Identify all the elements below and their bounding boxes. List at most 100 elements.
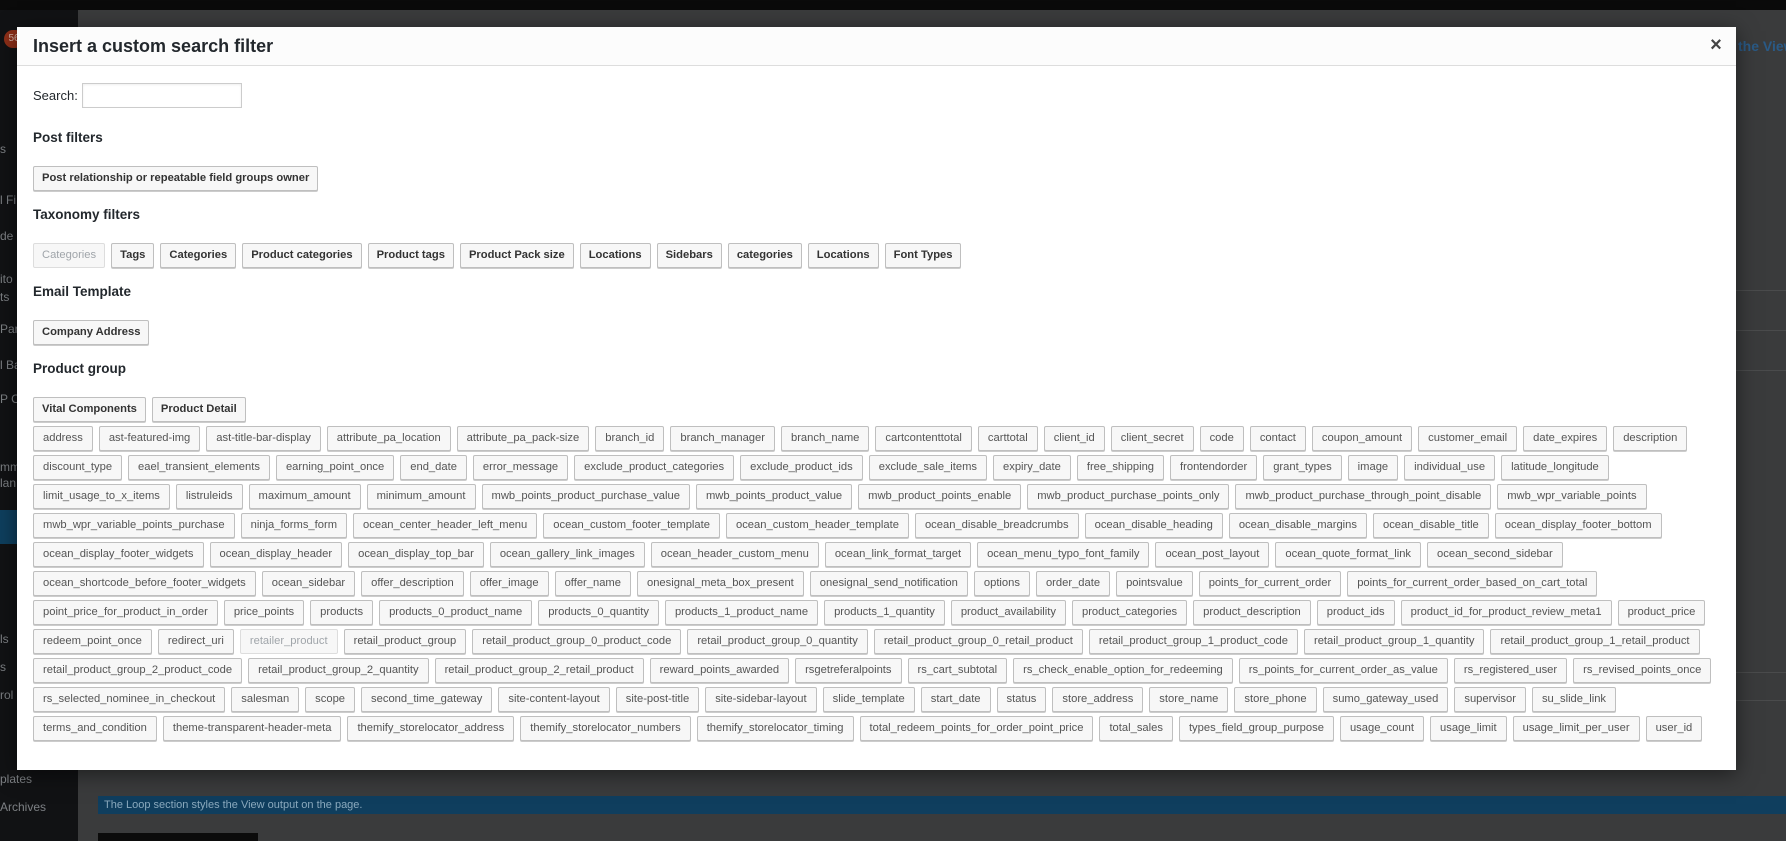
field-rs-selected-nominee-in-checkout-button[interactable]: rs_selected_nominee_in_checkout bbox=[33, 687, 226, 712]
field-mwb-product-points-enable-button[interactable]: mwb_product_points_enable bbox=[858, 484, 1022, 509]
field-usage-limit-per-user-button[interactable]: usage_limit_per_user bbox=[1512, 716, 1640, 741]
field-rs-cart-subtotal-button[interactable]: rs_cart_subtotal bbox=[907, 658, 1008, 683]
field-su-slide-link-button[interactable]: su_slide_link bbox=[1531, 687, 1617, 712]
field-ocean-disable-breadcrumbs-button[interactable]: ocean_disable_breadcrumbs bbox=[914, 513, 1079, 538]
field-frontendorder-button[interactable]: frontendorder bbox=[1170, 455, 1258, 480]
field-retail-product-group-1-retail-product-button[interactable]: retail_product_group_1_retail_product bbox=[1490, 629, 1700, 654]
field-products-1-product-name-button[interactable]: products_1_product_name bbox=[664, 600, 819, 625]
field-second-time-gateway-button[interactable]: second_time_gateway bbox=[361, 687, 493, 712]
field-description-button[interactable]: description bbox=[1613, 426, 1688, 451]
field-latitude-longitude-button[interactable]: latitude_longitude bbox=[1501, 455, 1609, 480]
field-scope-button[interactable]: scope bbox=[305, 687, 356, 712]
field-theme-transparent-header-meta-button[interactable]: theme-transparent-header-meta bbox=[162, 716, 342, 741]
field-retail-product-group-button[interactable]: retail_product_group bbox=[343, 629, 467, 654]
field-terms-and-condition-button[interactable]: terms_and_condition bbox=[33, 716, 157, 741]
field-rs-registered-user-button[interactable]: rs_registered_user bbox=[1453, 658, 1568, 683]
taxonomy-categories-button[interactable]: Categories bbox=[160, 243, 237, 268]
field-free-shipping-button[interactable]: free_shipping bbox=[1076, 455, 1165, 480]
field-rsgetreferalpoints-button[interactable]: rsgetreferalpoints bbox=[795, 658, 902, 683]
field-redeem-point-once-button[interactable]: redeem_point_once bbox=[33, 629, 152, 654]
field-code-button[interactable]: code bbox=[1199, 426, 1244, 451]
field-ocean-custom-header-template-button[interactable]: ocean_custom_header_template bbox=[725, 513, 909, 538]
field-options-button[interactable]: options bbox=[973, 571, 1030, 596]
field-mwb-product-purchase-through-point-disable-button[interactable]: mwb_product_purchase_through_point_disab… bbox=[1235, 484, 1492, 509]
field-ocean-center-header-left-menu-button[interactable]: ocean_center_header_left_menu bbox=[353, 513, 538, 538]
field-minimum-amount-button[interactable]: minimum_amount bbox=[366, 484, 476, 509]
taxonomy-categories-button[interactable]: categories bbox=[727, 243, 802, 268]
email-template-company-address-button[interactable]: Company Address bbox=[33, 320, 150, 345]
field-grant-types-button[interactable]: grant_types bbox=[1263, 455, 1342, 480]
taxonomy-tags-button[interactable]: Tags bbox=[111, 243, 155, 268]
search-input[interactable] bbox=[81, 82, 242, 108]
field-onesignal-send-notification-button[interactable]: onesignal_send_notification bbox=[809, 571, 968, 596]
field-salesman-button[interactable]: salesman bbox=[231, 687, 300, 712]
field-expiry-date-button[interactable]: expiry_date bbox=[993, 455, 1071, 480]
close-icon[interactable]: × bbox=[1706, 33, 1726, 57]
field-ast-featured-img-button[interactable]: ast-featured-img bbox=[98, 426, 201, 451]
field-product-availability-button[interactable]: product_availability bbox=[950, 600, 1066, 625]
field-ocean-header-custom-menu-button[interactable]: ocean_header_custom_menu bbox=[650, 542, 819, 567]
taxonomy-locations-button[interactable]: Locations bbox=[807, 243, 879, 268]
field-ocean-display-footer-widgets-button[interactable]: ocean_display_footer_widgets bbox=[33, 542, 204, 567]
field-carttotal-button[interactable]: carttotal bbox=[977, 426, 1038, 451]
field-product-ids-button[interactable]: product_ids bbox=[1316, 600, 1395, 625]
field-discount-type-button[interactable]: discount_type bbox=[33, 455, 123, 480]
field-sumo-gateway-used-button[interactable]: sumo_gateway_used bbox=[1322, 687, 1449, 712]
field-ocean-second-sidebar-button[interactable]: ocean_second_sidebar bbox=[1427, 542, 1563, 567]
field-points-for-current-order-button[interactable]: points_for_current_order bbox=[1198, 571, 1342, 596]
field-retail-product-group-0-product-code-button[interactable]: retail_product_group_0_product_code bbox=[472, 629, 682, 654]
taxonomy-locations-button[interactable]: Locations bbox=[579, 243, 651, 268]
field-individual-use-button[interactable]: individual_use bbox=[1404, 455, 1496, 480]
field-product-id-for-product-review-meta1-button[interactable]: product_id_for_product_review_meta1 bbox=[1400, 600, 1612, 625]
field-user-id-button[interactable]: user_id bbox=[1645, 716, 1703, 741]
field-ocean-disable-heading-button[interactable]: ocean_disable_heading bbox=[1084, 513, 1223, 538]
taxonomy-sidebars-button[interactable]: Sidebars bbox=[656, 243, 722, 268]
field-rs-points-for-current-order-as-value-button[interactable]: rs_points_for_current_order_as_value bbox=[1238, 658, 1448, 683]
field-image-button[interactable]: image bbox=[1347, 455, 1399, 480]
field-ocean-post-layout-button[interactable]: ocean_post_layout bbox=[1155, 542, 1270, 567]
field-attribute-pa-pack-size-button[interactable]: attribute_pa_pack-size bbox=[456, 426, 590, 451]
field-onesignal-meta-box-present-button[interactable]: onesignal_meta_box_present bbox=[636, 571, 804, 596]
field-retail-product-group-0-retail-product-button[interactable]: retail_product_group_0_retail_product bbox=[873, 629, 1083, 654]
field-usage-count-button[interactable]: usage_count bbox=[1339, 716, 1425, 741]
field-ocean-disable-margins-button[interactable]: ocean_disable_margins bbox=[1228, 513, 1367, 538]
post-filter-post-relationship-or-repeatable-field-groups-owner-button[interactable]: Post relationship or repeatable field gr… bbox=[33, 166, 319, 191]
field-ocean-display-top-bar-button[interactable]: ocean_display_top_bar bbox=[348, 542, 484, 567]
field-retail-product-group-2-quantity-button[interactable]: retail_product_group_2_quantity bbox=[248, 658, 429, 683]
field-start-date-button[interactable]: start_date bbox=[920, 687, 991, 712]
field-pointsvalue-button[interactable]: pointsvalue bbox=[1116, 571, 1193, 596]
field-mwb-points-product-value-button[interactable]: mwb_points_product_value bbox=[695, 484, 853, 509]
product-group-vital-components-button[interactable]: Vital Components bbox=[33, 397, 146, 422]
field-mwb-product-purchase-points-only-button[interactable]: mwb_product_purchase_points_only bbox=[1027, 484, 1230, 509]
taxonomy-font-types-button[interactable]: Font Types bbox=[884, 243, 962, 268]
field-customer-email-button[interactable]: customer_email bbox=[1418, 426, 1518, 451]
field-ocean-disable-title-button[interactable]: ocean_disable_title bbox=[1372, 513, 1489, 538]
field-points-for-current-order-based-on-cart-total-button[interactable]: points_for_current_order_based_on_cart_t… bbox=[1347, 571, 1598, 596]
field-price-points-button[interactable]: price_points bbox=[223, 600, 305, 625]
field-product-price-button[interactable]: product_price bbox=[1617, 600, 1706, 625]
field-attribute-pa-location-button[interactable]: attribute_pa_location bbox=[326, 426, 451, 451]
field-address-button[interactable]: address bbox=[33, 426, 93, 451]
field-client-id-button[interactable]: client_id bbox=[1043, 426, 1105, 451]
field-maximum-amount-button[interactable]: maximum_amount bbox=[248, 484, 361, 509]
field-total-redeem-points-for-order-point-price-button[interactable]: total_redeem_points_for_order_point_pric… bbox=[859, 716, 1094, 741]
field-products-0-quantity-button[interactable]: products_0_quantity bbox=[538, 600, 659, 625]
field-ocean-display-footer-bottom-button[interactable]: ocean_display_footer_bottom bbox=[1494, 513, 1662, 538]
field-ast-title-bar-display-button[interactable]: ast-title-bar-display bbox=[206, 426, 321, 451]
field-branch-id-button[interactable]: branch_id bbox=[595, 426, 665, 451]
field-ocean-shortcode-before-footer-widgets-button[interactable]: ocean_shortcode_before_footer_widgets bbox=[33, 571, 256, 596]
field-eael-transient-elements-button[interactable]: eael_transient_elements bbox=[128, 455, 270, 480]
field-retail-product-group-1-quantity-button[interactable]: retail_product_group_1_quantity bbox=[1303, 629, 1485, 654]
field-themify-storelocator-timing-button[interactable]: themify_storelocator_timing bbox=[696, 716, 854, 741]
field-date-expires-button[interactable]: date_expires bbox=[1523, 426, 1608, 451]
field-site-post-title-button[interactable]: site-post-title bbox=[615, 687, 700, 712]
field-reward-points-awarded-button[interactable]: reward_points_awarded bbox=[649, 658, 790, 683]
field-products-0-product-name-button[interactable]: products_0_product_name bbox=[379, 600, 533, 625]
field-store-phone-button[interactable]: store_phone bbox=[1234, 687, 1317, 712]
field-branch-manager-button[interactable]: branch_manager bbox=[670, 426, 775, 451]
field-themify-storelocator-address-button[interactable]: themify_storelocator_address bbox=[347, 716, 515, 741]
field-site-sidebar-layout-button[interactable]: site-sidebar-layout bbox=[705, 687, 817, 712]
field-end-date-button[interactable]: end_date bbox=[400, 455, 467, 480]
field-exclude-sale-items-button[interactable]: exclude_sale_items bbox=[868, 455, 987, 480]
field-usage-limit-button[interactable]: usage_limit bbox=[1430, 716, 1507, 741]
